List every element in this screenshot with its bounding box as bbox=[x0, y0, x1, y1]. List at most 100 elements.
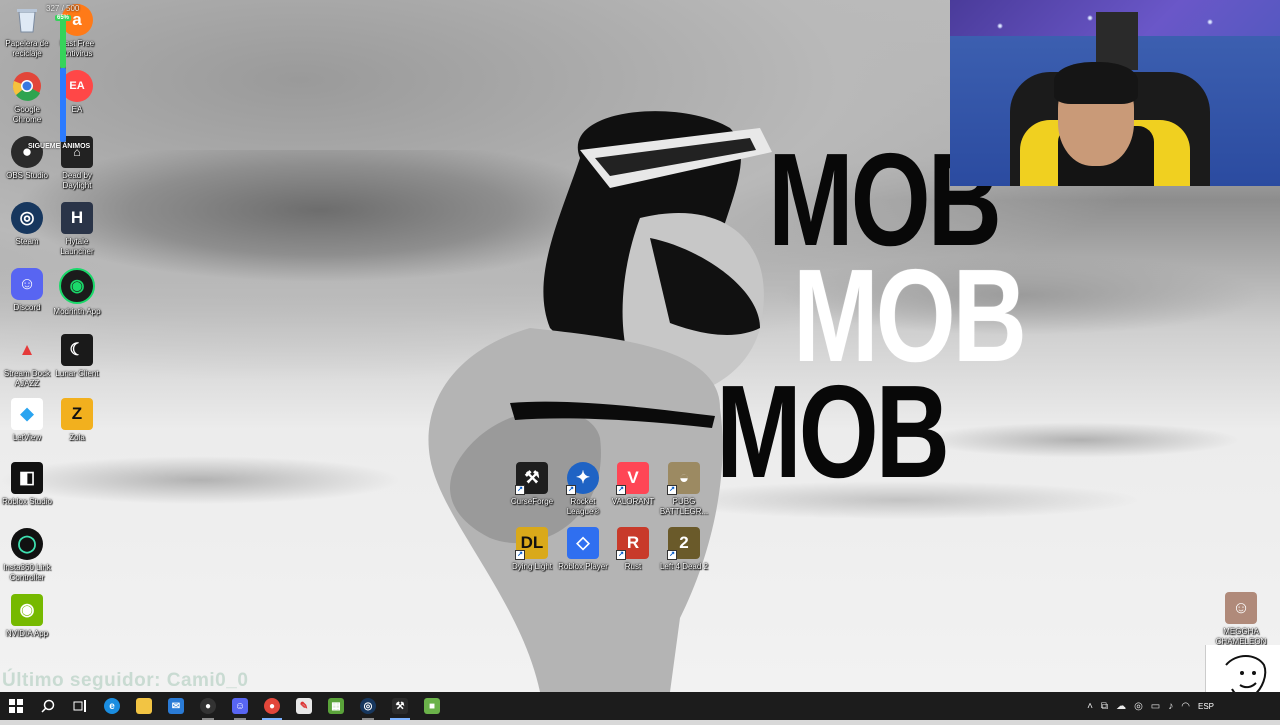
desktop-icon-modrinth[interactable]: ◉ Modrinth App bbox=[50, 268, 104, 317]
desktop-icon-roblox-player[interactable]: ◇ Roblox Player bbox=[556, 527, 610, 572]
taskbar-minecraft-launcher[interactable]: ■ bbox=[416, 692, 448, 720]
steam-icon: ◎ bbox=[11, 202, 43, 234]
modrinth-icon: ◉ bbox=[59, 268, 95, 304]
curseforge-icon: ⚒ bbox=[392, 698, 408, 714]
shortcut-arrow-icon: ↗ bbox=[566, 485, 576, 495]
desktop-icon-insta360[interactable]: ◯ Insta360 Link Controller bbox=[0, 528, 54, 583]
tray-volume-icon[interactable]: ♪ bbox=[1168, 701, 1173, 712]
dying-light-icon: DL ↗ bbox=[515, 527, 548, 560]
tray-network-icon[interactable]: ▭ bbox=[1151, 701, 1160, 712]
desktop-icon-label: Lunar Client bbox=[55, 369, 99, 378]
roblox-player-icon: ◇ bbox=[567, 527, 599, 559]
start-icon bbox=[9, 699, 23, 713]
desktop-icon-letview[interactable]: ◆ LetView bbox=[0, 398, 54, 443]
desktop-icon-nvidia[interactable]: ◉ NVIDIA App bbox=[0, 594, 54, 639]
taskbar-file-explorer[interactable] bbox=[128, 692, 160, 720]
desktop-icon-zola[interactable]: Z Zola bbox=[50, 398, 104, 443]
curseforge-icon: ⚒ ↗ bbox=[515, 462, 548, 495]
desktop-icon-steam[interactable]: ◎ Steam bbox=[0, 202, 54, 247]
mail-icon: ✉ bbox=[168, 698, 184, 714]
shortcut-arrow-icon: ↗ bbox=[616, 550, 626, 560]
shortcut-arrow-icon: ↗ bbox=[515, 550, 525, 560]
desktop-icon-left4dead2[interactable]: 2 ↗ Left 4 Dead 2 bbox=[657, 527, 711, 572]
discord-icon: ☺ bbox=[11, 268, 43, 300]
tray-app-icon[interactable]: ⧉ bbox=[1101, 701, 1108, 712]
taskbar-mail[interactable]: ✉ bbox=[160, 692, 192, 720]
desktop-icon-rust[interactable]: R ↗ Rust bbox=[606, 527, 660, 572]
chrome-icon bbox=[11, 70, 43, 102]
desktop-icon-label: Fast Free Antivirus bbox=[59, 39, 95, 58]
desktop-icon-hytale[interactable]: H Hytale Launcher bbox=[50, 202, 104, 257]
obs-icon: ● bbox=[200, 698, 216, 714]
desktop-icon-label: Dead by Daylight bbox=[62, 171, 92, 190]
search-icon bbox=[41, 699, 55, 713]
l4d2-icon: 2 ↗ bbox=[667, 527, 700, 560]
taskbar-steam[interactable]: ◎ bbox=[352, 692, 384, 720]
follower-goal-bar bbox=[60, 16, 66, 142]
desktop-icon-meggha-chameleon[interactable]: ☺ MEGGHA CHAMELEON bbox=[1214, 592, 1268, 647]
webcam-hair bbox=[1054, 62, 1138, 104]
tray-language[interactable]: ESP bbox=[1198, 702, 1214, 711]
follower-goal-count: 327 / 500 bbox=[46, 4, 80, 13]
shortcut-arrow-icon: ↗ bbox=[667, 550, 677, 560]
minecraft-icon: ▦ bbox=[328, 698, 344, 714]
roblox-studio-icon: ◧ bbox=[11, 462, 43, 494]
desktop-icon-label: Dying Light bbox=[511, 562, 553, 571]
desktop-icon-pubg[interactable]: ◒ ↗ PUBG BATTLEGR... bbox=[657, 462, 711, 517]
tray-onedrive-icon[interactable]: ☁ bbox=[1116, 701, 1126, 712]
follower-goal-fill bbox=[60, 16, 66, 68]
nvidia-icon: ◉ bbox=[11, 594, 43, 626]
follower-goal-remaining bbox=[60, 68, 66, 142]
stream-dock-icon: ▲ bbox=[18, 340, 36, 359]
desktop-icon-label: Papelera de reciclaje bbox=[5, 39, 49, 58]
steam-icon: ◎ bbox=[360, 698, 376, 714]
follow-label: SIGUEME ÁNIMOS bbox=[28, 143, 91, 150]
desktop-icon-label: Left 4 Dead 2 bbox=[659, 562, 709, 571]
zola-icon: Z bbox=[61, 398, 93, 430]
system-tray: ˄ ⧉ ☁ ◎ ▭ ♪ ◠ ESP bbox=[1083, 692, 1218, 720]
recycle-bin-icon bbox=[11, 4, 43, 36]
desktop-icon-label: OBS Studio bbox=[6, 171, 48, 180]
chrome-icon: ● bbox=[264, 698, 280, 714]
search-button[interactable] bbox=[32, 692, 64, 720]
task-view-button[interactable] bbox=[64, 692, 96, 720]
minecraft-launcher-icon: ■ bbox=[424, 698, 440, 714]
taskbar-curseforge[interactable]: ⚒ bbox=[384, 692, 416, 720]
desktop-icon-curseforge[interactable]: ⚒ ↗ CurseForge bbox=[505, 462, 559, 507]
desktop-icon-stream-dock[interactable]: ▲ Stream Dock AJAZZ bbox=[0, 334, 54, 389]
taskbar-edge[interactable]: e bbox=[96, 692, 128, 720]
desktop-icon-chrome[interactable]: Google Chrome bbox=[0, 70, 54, 125]
taskbar-obs[interactable]: ● bbox=[192, 692, 224, 720]
desktop-icon-discord[interactable]: ☺ Discord bbox=[0, 268, 54, 313]
taskbar-paint[interactable]: ✎ bbox=[288, 692, 320, 720]
desktop-icon-label: Google Chrome bbox=[12, 105, 42, 124]
desktop-icon-dying-light[interactable]: DL ↗ Dying Light bbox=[505, 527, 559, 572]
desktop-icon-lunar-client[interactable]: ☾ Lunar Client bbox=[50, 334, 104, 379]
hytale-icon: H bbox=[61, 202, 93, 234]
desktop-icon-ea[interactable]: EA EA bbox=[50, 70, 104, 115]
meggha-chameleon-icon: ☺ bbox=[1225, 592, 1257, 624]
tray-steam-icon[interactable]: ◎ bbox=[1134, 701, 1143, 712]
rust-icon: R ↗ bbox=[616, 527, 649, 560]
file-explorer-icon bbox=[136, 698, 152, 714]
desktop-icon-label: MEGGHA CHAMELEON bbox=[1215, 627, 1267, 646]
taskbar-discord[interactable]: ☺ bbox=[224, 692, 256, 720]
desktop-icon-label: Stream Dock AJAZZ bbox=[3, 369, 51, 388]
desktop-icon-label: Roblox Studio bbox=[2, 497, 52, 506]
desktop-icon-roblox-studio[interactable]: ◧ Roblox Studio bbox=[0, 462, 54, 507]
tray-overflow-icon[interactable]: ˄ bbox=[1087, 701, 1093, 712]
letview-icon: ◆ bbox=[11, 398, 43, 430]
taskbar-chrome[interactable]: ● bbox=[256, 692, 288, 720]
edge-icon: e bbox=[104, 698, 120, 714]
desktop-icon-label: Steam bbox=[15, 237, 39, 246]
wallpaper-mob-text-3: MOB bbox=[716, 358, 950, 505]
desktop-icon-label: Rust bbox=[624, 562, 642, 571]
shortcut-arrow-icon: ↗ bbox=[515, 485, 525, 495]
desktop-icon-valorant[interactable]: V ↗ VALORANT bbox=[606, 462, 660, 507]
webcam-feed bbox=[950, 0, 1280, 186]
desktop-icon-rocket-league[interactable]: ✦ ↗ Rocket League® bbox=[556, 462, 610, 517]
tray-wifi-icon[interactable]: ◠ bbox=[1181, 701, 1190, 712]
start-button[interactable] bbox=[0, 692, 32, 720]
desktop-icon-label: Roblox Player bbox=[558, 562, 608, 571]
taskbar-minecraft[interactable]: ▦ bbox=[320, 692, 352, 720]
